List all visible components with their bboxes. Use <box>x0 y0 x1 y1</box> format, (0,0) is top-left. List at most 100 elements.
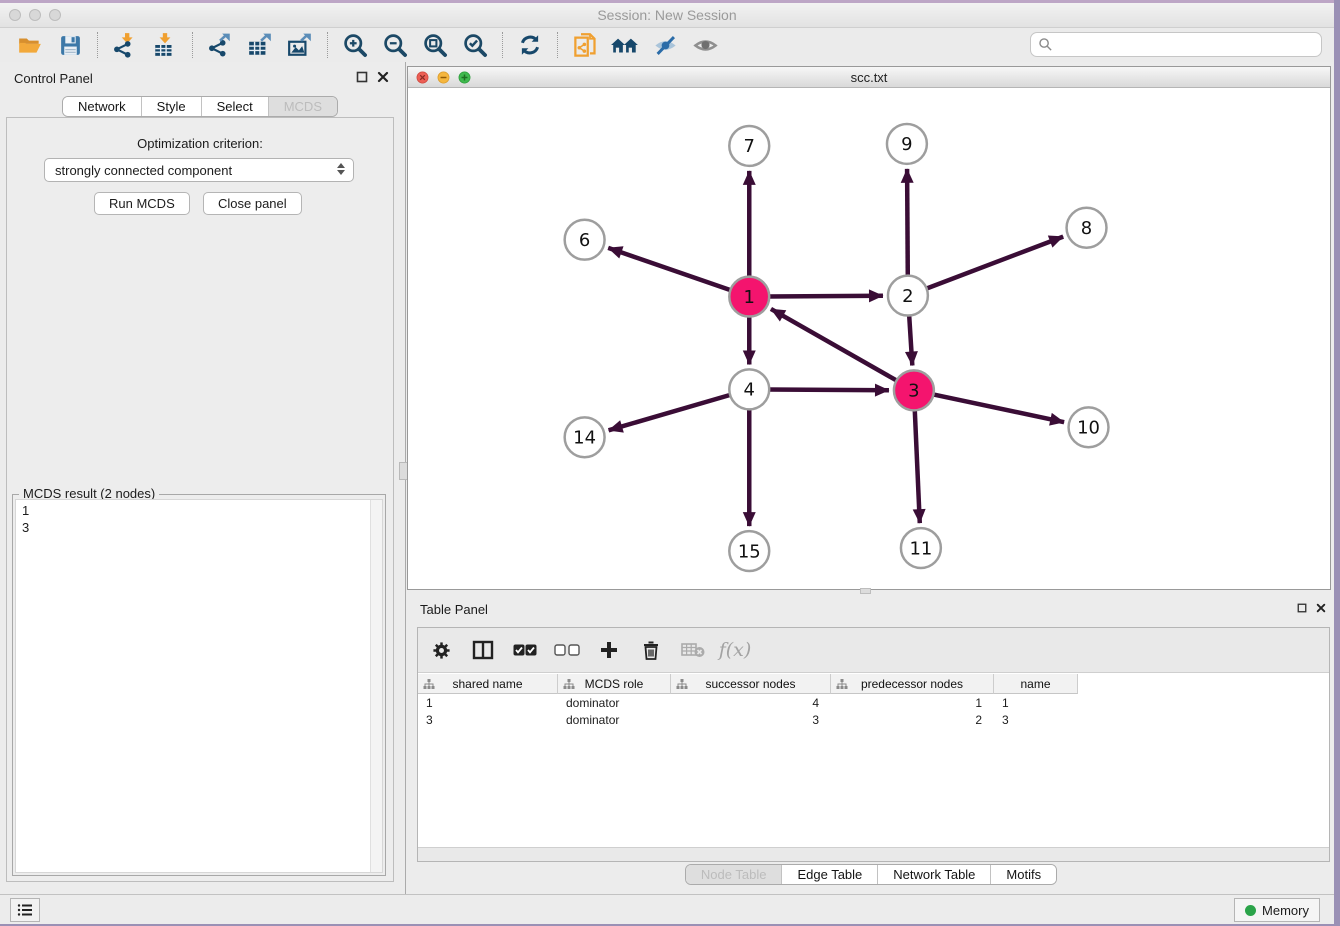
graph-node-1[interactable]: 1 <box>729 277 769 317</box>
export-image-button[interactable] <box>280 30 320 60</box>
hide-selected-button[interactable] <box>645 30 685 60</box>
graph-node-9[interactable]: 9 <box>887 124 927 164</box>
table-cell[interactable]: 2 <box>831 711 994 728</box>
search-input[interactable] <box>1053 35 1321 55</box>
control-panel-header: Control Panel <box>0 62 400 94</box>
float-table-panel-icon[interactable] <box>1297 602 1307 614</box>
table-cell[interactable]: 3 <box>671 711 831 728</box>
graph-node-3[interactable]: 3 <box>894 370 934 410</box>
graph-edge-3-10[interactable] <box>931 394 1064 422</box>
table-row[interactable]: 1dominator411 <box>418 694 1078 711</box>
function-builder-button[interactable]: f(x) <box>722 637 748 663</box>
table-cell[interactable]: 1 <box>831 694 994 711</box>
table-row[interactable]: 3dominator323 <box>418 711 1078 728</box>
tab-network[interactable]: Network <box>63 97 141 116</box>
table-cell[interactable]: 4 <box>671 694 831 711</box>
tab-motifs[interactable]: Motifs <box>990 865 1056 884</box>
zoom-selected-button[interactable] <box>455 30 495 60</box>
graph-node-10[interactable]: 10 <box>1069 407 1109 447</box>
graph-edge-2-8[interactable] <box>925 237 1064 290</box>
table-cell[interactable]: 3 <box>418 711 558 728</box>
table-cell[interactable]: dominator <box>558 711 671 728</box>
show-columns-button[interactable] <box>470 637 496 663</box>
result-scrollbar[interactable] <box>370 500 382 872</box>
open-session-button[interactable] <box>10 30 50 60</box>
network-minimize-button[interactable] <box>437 71 450 84</box>
mcds-result-area[interactable]: 1 3 <box>15 499 383 873</box>
table-cell[interactable]: 1 <box>418 694 558 711</box>
zoom-out-button[interactable] <box>375 30 415 60</box>
column-label: predecessor nodes <box>861 677 963 691</box>
column-header-MCDS-role[interactable]: MCDS role <box>558 674 671 694</box>
column-header-shared-name[interactable]: shared name <box>418 674 558 694</box>
home-view-button[interactable] <box>605 30 645 60</box>
export-table-icon <box>247 32 273 58</box>
table-settings-button[interactable] <box>428 637 454 663</box>
tab-mcds[interactable]: MCDS <box>268 97 337 116</box>
criterion-dropdown[interactable]: strongly connected component <box>44 158 354 182</box>
tab-style[interactable]: Style <box>141 97 201 116</box>
column-header-name[interactable]: name <box>994 674 1078 694</box>
close-panel-button[interactable]: Close panel <box>203 192 302 215</box>
show-all-button[interactable] <box>685 30 725 60</box>
select-all-button[interactable] <box>512 637 538 663</box>
import-network-button[interactable] <box>105 30 145 60</box>
network-canvas[interactable]: 1 2 3 4 6 7 8 9 10 11 14 15 <box>408 88 1330 589</box>
float-panel-icon[interactable] <box>356 71 368 83</box>
run-mcds-button[interactable]: Run MCDS <box>94 192 190 215</box>
table-horizontal-scrollbar[interactable] <box>418 847 1329 861</box>
column-header-successor-nodes[interactable]: successor nodes <box>671 674 831 694</box>
node-label: 6 <box>579 230 590 251</box>
tab-network-table[interactable]: Network Table <box>877 865 990 884</box>
refresh-styles-button[interactable] <box>510 30 550 60</box>
graph-node-8[interactable]: 8 <box>1067 208 1107 248</box>
memory-button[interactable]: Memory <box>1234 898 1320 922</box>
tab-edge-table[interactable]: Edge Table <box>781 865 877 884</box>
graph-edge-3-1[interactable] <box>771 309 898 382</box>
save-session-button[interactable] <box>50 30 90 60</box>
first-neighbors-button[interactable] <box>565 30 605 60</box>
graph-edge-3-11[interactable] <box>915 408 920 523</box>
export-table-button[interactable] <box>240 30 280 60</box>
search-box[interactable] <box>1030 32 1322 57</box>
graph-node-14[interactable]: 14 <box>565 417 605 457</box>
table-toolbar: f(x) <box>418 628 1329 673</box>
graph-edge-1-6[interactable] <box>608 248 732 291</box>
task-history-button[interactable] <box>10 898 40 922</box>
table-cell[interactable]: 3 <box>994 711 1078 728</box>
close-panel-icon[interactable] <box>377 71 389 83</box>
graph-edge-2-9[interactable] <box>907 169 908 278</box>
import-table-button[interactable] <box>145 30 185 60</box>
zoom-in-button[interactable] <box>335 30 375 60</box>
node-table: f(x) shared nameMCDS rolesuccessor nodes… <box>417 627 1330 862</box>
graph-node-2[interactable]: 2 <box>888 276 928 316</box>
graph-node-7[interactable]: 7 <box>729 126 769 166</box>
table-cell[interactable]: 1 <box>994 694 1078 711</box>
delete-row-button[interactable] <box>638 637 664 663</box>
horizontal-splitter-handle[interactable] <box>860 588 871 594</box>
graph-node-4[interactable]: 4 <box>729 369 769 409</box>
deselect-all-button[interactable] <box>554 637 580 663</box>
graph-edge-4-14[interactable] <box>609 394 732 430</box>
delete-table-button[interactable] <box>680 637 706 663</box>
zoom-fit-button[interactable] <box>415 30 455 60</box>
graph-node-11[interactable]: 11 <box>901 528 941 568</box>
checked-boxes-icon <box>513 644 537 656</box>
graph-edge-1-2[interactable] <box>767 296 883 297</box>
export-network-button[interactable] <box>200 30 240 60</box>
tab-select[interactable]: Select <box>201 97 268 116</box>
graph-edge-2-3[interactable] <box>909 314 912 366</box>
table-cell[interactable]: dominator <box>558 694 671 711</box>
network-zoom-button[interactable] <box>458 71 471 84</box>
add-row-button[interactable] <box>596 637 622 663</box>
tab-node-table[interactable]: Node Table <box>686 865 782 884</box>
graph-node-6[interactable]: 6 <box>565 220 605 260</box>
trash-icon <box>642 640 660 660</box>
node-label: 1 <box>744 287 755 308</box>
network-window-titlebar[interactable]: scc.txt <box>408 67 1330 88</box>
column-header-predecessor-nodes[interactable]: predecessor nodes <box>831 674 994 694</box>
graph-edge-4-3[interactable] <box>767 389 889 390</box>
close-table-panel-icon[interactable] <box>1316 602 1326 614</box>
graph-node-15[interactable]: 15 <box>729 531 769 571</box>
network-close-button[interactable] <box>416 71 429 84</box>
